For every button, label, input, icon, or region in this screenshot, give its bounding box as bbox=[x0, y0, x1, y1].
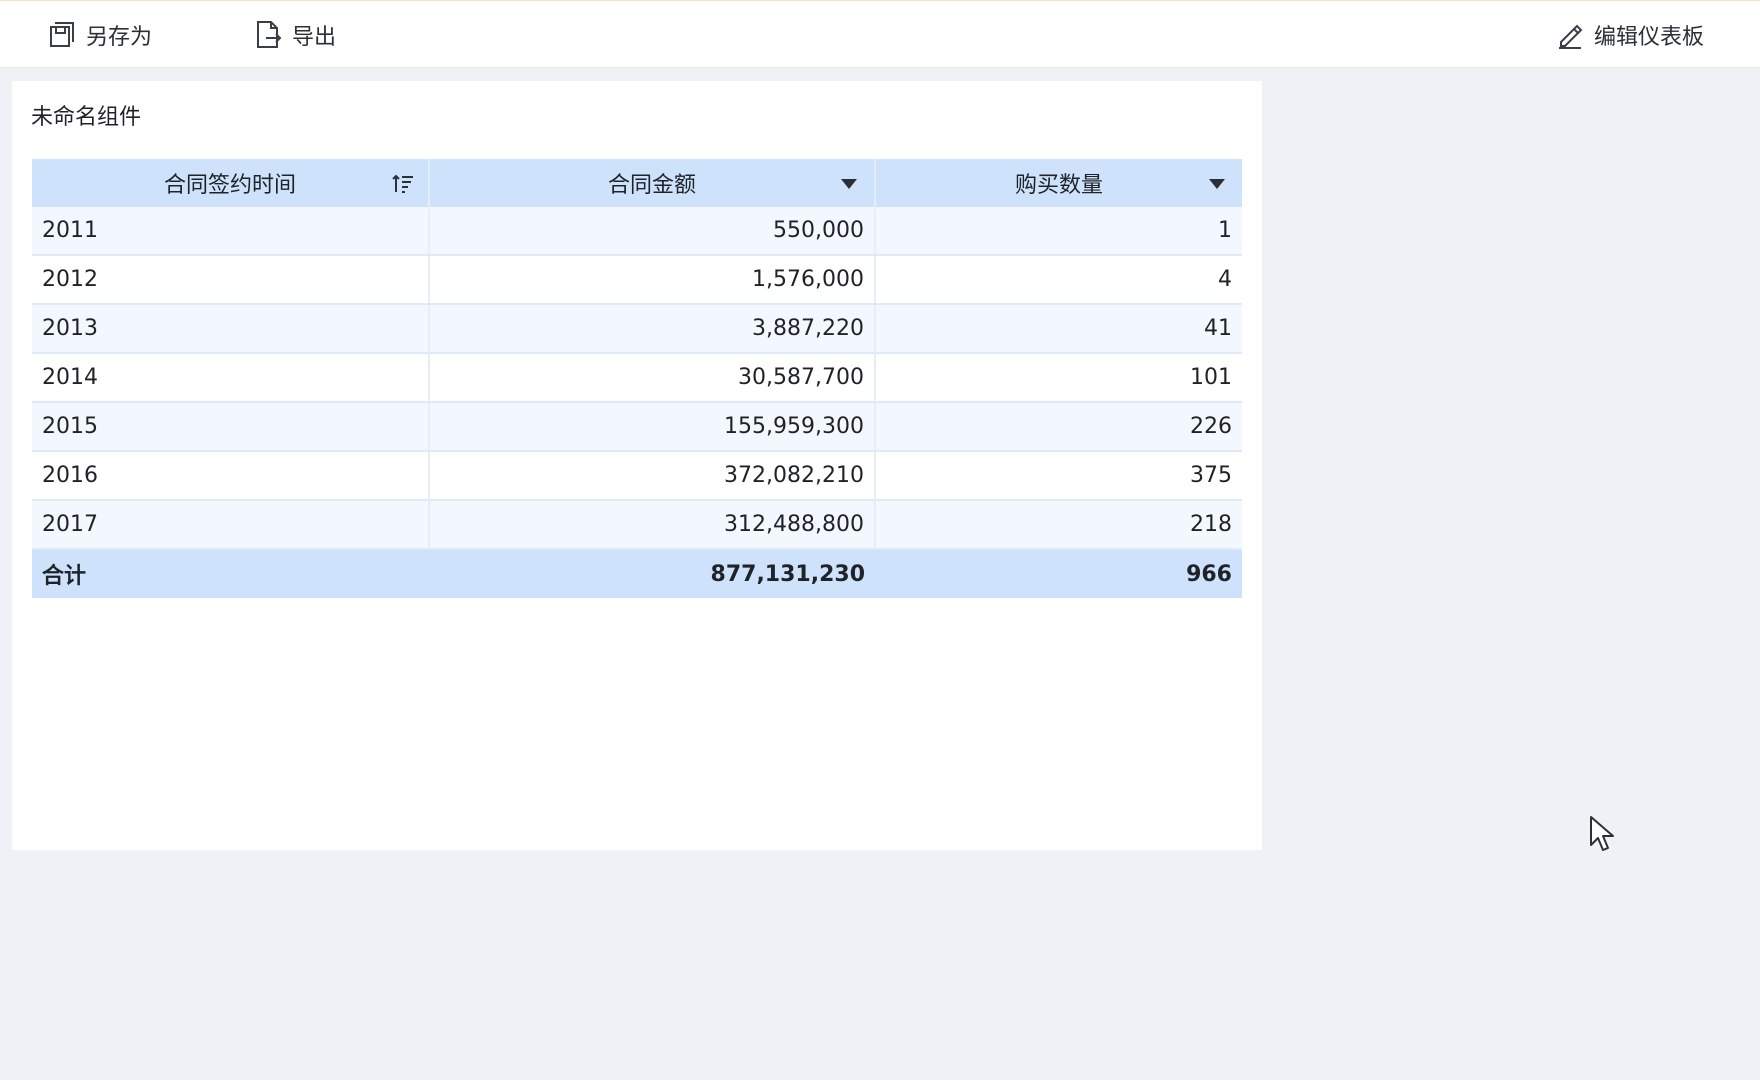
cell-quantity: 375 bbox=[875, 451, 1242, 501]
edit-dashboard-button[interactable]: 编辑仪表板 bbox=[1556, 17, 1704, 53]
total-quantity: 966 bbox=[875, 549, 1242, 598]
sort-ascending-icon[interactable] bbox=[392, 173, 414, 195]
cell-quantity: 218 bbox=[875, 500, 1242, 550]
table-row[interactable]: 2011 550,000 1 bbox=[32, 207, 1242, 256]
save-as-label: 另存为 bbox=[86, 25, 153, 50]
export-button[interactable]: 导出 bbox=[254, 17, 336, 53]
header-contract-amount[interactable]: 合同金额 bbox=[429, 159, 876, 207]
save-as-button[interactable]: 另存为 bbox=[48, 17, 152, 53]
cell-year: 2017 bbox=[32, 500, 430, 550]
table-widget: 未命名组件 合同签约时间 合同金额 购买数量 2011 550,000 1 20… bbox=[12, 81, 1262, 850]
table-row[interactable]: 2017 312,488,800 218 bbox=[32, 500, 1242, 550]
header-label: 合同签约时间 bbox=[163, 173, 296, 198]
table-row[interactable]: 2014 30,587,700 101 bbox=[32, 353, 1242, 403]
cell-amount: 550,000 bbox=[429, 207, 876, 256]
table-row[interactable]: 2013 3,887,220 41 bbox=[32, 304, 1242, 354]
cell-amount: 312,488,800 bbox=[429, 500, 876, 550]
data-table: 合同签约时间 合同金额 购买数量 2011 550,000 1 2012 1,5… bbox=[32, 159, 1242, 598]
cell-quantity: 226 bbox=[875, 402, 1242, 452]
mouse-pointer-icon bbox=[1590, 816, 1614, 851]
table-header-row: 合同签约时间 合同金额 购买数量 bbox=[32, 159, 1242, 207]
cell-year: 2014 bbox=[32, 353, 430, 403]
pencil-icon bbox=[1559, 24, 1583, 49]
header-purchase-quantity[interactable]: 购买数量 bbox=[875, 159, 1242, 207]
cell-year: 2016 bbox=[32, 451, 430, 501]
cell-year: 2013 bbox=[32, 304, 430, 354]
cell-quantity: 101 bbox=[875, 353, 1242, 403]
cell-year: 2015 bbox=[32, 402, 430, 452]
total-label: 合计 bbox=[32, 549, 429, 598]
cell-year: 2012 bbox=[32, 255, 430, 305]
caret-down-icon[interactable] bbox=[1206, 173, 1228, 195]
header-label: 合同金额 bbox=[607, 173, 696, 198]
cell-amount: 1,576,000 bbox=[429, 255, 876, 305]
table-row[interactable]: 2015 155,959,300 226 bbox=[32, 402, 1242, 452]
export-label: 导出 bbox=[292, 25, 337, 50]
table-row[interactable]: 2012 1,576,000 4 bbox=[32, 255, 1242, 305]
toolbar: 另存为 导出 编辑仪表板 bbox=[0, 0, 1760, 68]
cell-amount: 155,959,300 bbox=[429, 402, 876, 452]
header-label: 购买数量 bbox=[1014, 173, 1103, 198]
cell-quantity: 41 bbox=[875, 304, 1242, 354]
cell-amount: 30,587,700 bbox=[429, 353, 876, 403]
caret-down-icon[interactable] bbox=[838, 173, 860, 195]
cell-amount: 3,887,220 bbox=[429, 304, 876, 354]
widget-title[interactable]: 未命名组件 bbox=[31, 99, 141, 131]
edit-dashboard-label: 编辑仪表板 bbox=[1594, 25, 1705, 50]
cell-quantity: 1 bbox=[875, 207, 1242, 256]
table-total-row: 合计 877,131,230 966 bbox=[32, 549, 1242, 598]
header-contract-date[interactable]: 合同签约时间 bbox=[32, 159, 430, 207]
cell-amount: 372,082,210 bbox=[429, 451, 876, 501]
table-row[interactable]: 2016 372,082,210 375 bbox=[32, 451, 1242, 501]
export-icon bbox=[257, 21, 282, 48]
cell-year: 2011 bbox=[32, 207, 430, 256]
total-amount: 877,131,230 bbox=[429, 549, 875, 598]
save-icon bbox=[50, 22, 74, 47]
cell-quantity: 4 bbox=[875, 255, 1242, 305]
